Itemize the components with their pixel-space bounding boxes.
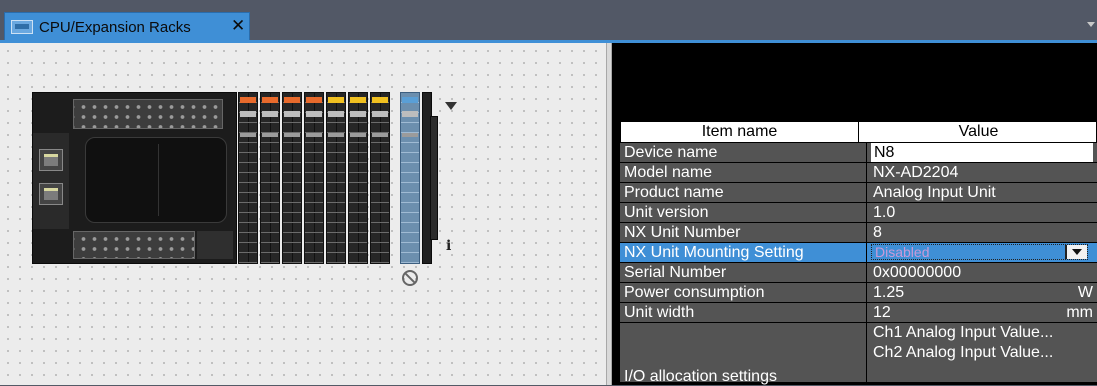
cpu-unit[interactable] — [32, 92, 237, 264]
tab-cpu-expansion-racks[interactable]: CPU/Expansion Racks ✕ — [4, 12, 250, 40]
nx-unit-slot[interactable] — [238, 92, 258, 264]
slot-cap — [350, 97, 366, 103]
property-label: Device name — [620, 143, 867, 162]
property-row-unit-width[interactable]: Unit width 12 mm — [620, 303, 1097, 323]
slot-cap — [402, 97, 418, 103]
terminal-block-bottom — [73, 231, 195, 259]
document-tab-bar: CPU/Expansion Racks ✕ — [0, 0, 1097, 40]
property-value: 1.25 — [873, 284, 905, 301]
property-value: 1.0 — [867, 203, 1097, 222]
disabled-unit-icon — [402, 270, 418, 286]
slot-cap — [284, 97, 300, 103]
property-unit: W — [1077, 284, 1093, 301]
rack-menu-dropdown-icon[interactable] — [445, 102, 457, 110]
property-label: Unit version — [620, 203, 867, 222]
slot-label-strip — [328, 133, 344, 137]
property-value-cell: 1.25 W — [867, 283, 1097, 302]
property-row-nx-unit-number[interactable]: NX Unit Number 8 — [620, 223, 1097, 243]
slot-label-strip — [350, 133, 366, 137]
property-row-model-name[interactable]: Model name NX-AD2204 — [620, 163, 1097, 183]
nx-unit-slot[interactable] — [348, 92, 368, 264]
property-row-serial-number[interactable]: Serial Number 0x00000000 — [620, 263, 1097, 283]
cpu-bay — [85, 137, 227, 223]
info-icon[interactable]: i — [446, 238, 451, 254]
slot-cap — [262, 97, 278, 103]
io-allocation-item[interactable]: Ch1 Analog Input Value... — [873, 323, 1097, 343]
slot-label-strip — [372, 133, 388, 137]
property-label-cell: I/O allocation settings — [620, 323, 867, 385]
nx-unit-slot[interactable] — [326, 92, 346, 264]
property-row-power-consumption[interactable]: Power consumption 1.25 W — [620, 283, 1097, 303]
slot-label-strip — [262, 111, 278, 117]
rack-tab-icon — [11, 20, 33, 34]
property-value: 12 — [873, 304, 891, 321]
io-allocation-item[interactable]: Ch2 Analog Input Value... — [873, 343, 1097, 363]
slot-label-strip — [284, 133, 300, 137]
slot-label-strip — [328, 111, 344, 117]
property-label: I/O allocation settings — [624, 368, 777, 385]
slot-label-strip — [350, 111, 366, 117]
property-label: Power consumption — [620, 283, 867, 302]
property-label: Serial Number — [620, 263, 867, 282]
property-row-device-name[interactable]: Device name N8 — [620, 143, 1097, 163]
property-value-cell: Disabled — [867, 243, 1097, 262]
property-label: NX Unit Number — [620, 223, 867, 242]
property-label: Unit width — [620, 303, 867, 322]
column-header-value: Value — [958, 123, 999, 140]
property-label: NX Unit Mounting Setting — [620, 243, 867, 262]
slot-label-strip — [284, 111, 300, 117]
property-grid: Item name Value Device name N8 Model nam… — [620, 121, 1097, 385]
property-label: Model name — [620, 163, 867, 182]
slot-cap — [306, 97, 322, 103]
slot-cap — [240, 97, 256, 103]
property-row-mounting-setting[interactable]: NX Unit Mounting Setting Disabled — [620, 243, 1097, 263]
slot-label-strip — [306, 133, 322, 137]
slot-cap — [328, 97, 344, 103]
nx-unit-slot[interactable] — [304, 92, 324, 264]
ethernet-port-2-icon — [39, 183, 63, 205]
property-row-io-allocation[interactable]: I/O allocation settings Ch1 Analog Input… — [620, 323, 1097, 385]
property-unit: mm — [1066, 304, 1093, 321]
cpu-right-panel — [197, 231, 233, 259]
property-value: NX-AD2204 — [867, 163, 1097, 182]
property-value: 8 — [867, 223, 1097, 242]
property-value-cell: N8 — [867, 143, 1097, 162]
mounting-setting-select[interactable]: Disabled — [871, 244, 1088, 260]
slot-cap — [372, 97, 388, 103]
slot-label-strip — [402, 111, 418, 117]
chevron-down-icon[interactable] — [1067, 245, 1087, 259]
slot-label-strip — [372, 111, 388, 117]
property-label: Product name — [620, 183, 867, 202]
property-value: 0x00000000 — [867, 263, 1097, 282]
property-value-list: Ch1 Analog Input Value... Ch2 Analog Inp… — [867, 323, 1097, 382]
property-value-cell: 12 mm — [867, 303, 1097, 322]
nx-unit-slot-selected[interactable] — [400, 92, 420, 264]
close-icon[interactable]: ✕ — [231, 17, 245, 35]
tab-list-dropdown-icon[interactable] — [1087, 22, 1095, 27]
slot-label-strip — [306, 111, 322, 117]
column-header-item-name: Item name — [621, 122, 859, 142]
end-cover-side — [430, 116, 438, 240]
nx-unit-slot[interactable] — [282, 92, 302, 264]
slot-label-strip — [262, 133, 278, 137]
slot-label-strip — [240, 133, 256, 137]
nx-unit-slot[interactable] — [260, 92, 280, 264]
property-row-product-name[interactable]: Product name Analog Input Unit — [620, 183, 1097, 203]
terminal-block-top — [73, 99, 223, 129]
slot-label-strip — [240, 111, 256, 117]
device-name-input[interactable]: N8 — [871, 143, 1093, 162]
tab-label: CPU/Expansion Racks — [39, 19, 191, 36]
select-value: Disabled — [875, 244, 930, 260]
property-value: Analog Input Unit — [867, 183, 1097, 202]
cpu-port-column — [33, 133, 69, 229]
slot-label-strip — [402, 133, 418, 137]
property-row-unit-version[interactable]: Unit version 1.0 — [620, 203, 1097, 223]
ethernet-port-1-icon — [39, 149, 63, 171]
nx-unit-slot[interactable] — [370, 92, 390, 264]
property-grid-header: Item name Value — [620, 121, 1097, 143]
